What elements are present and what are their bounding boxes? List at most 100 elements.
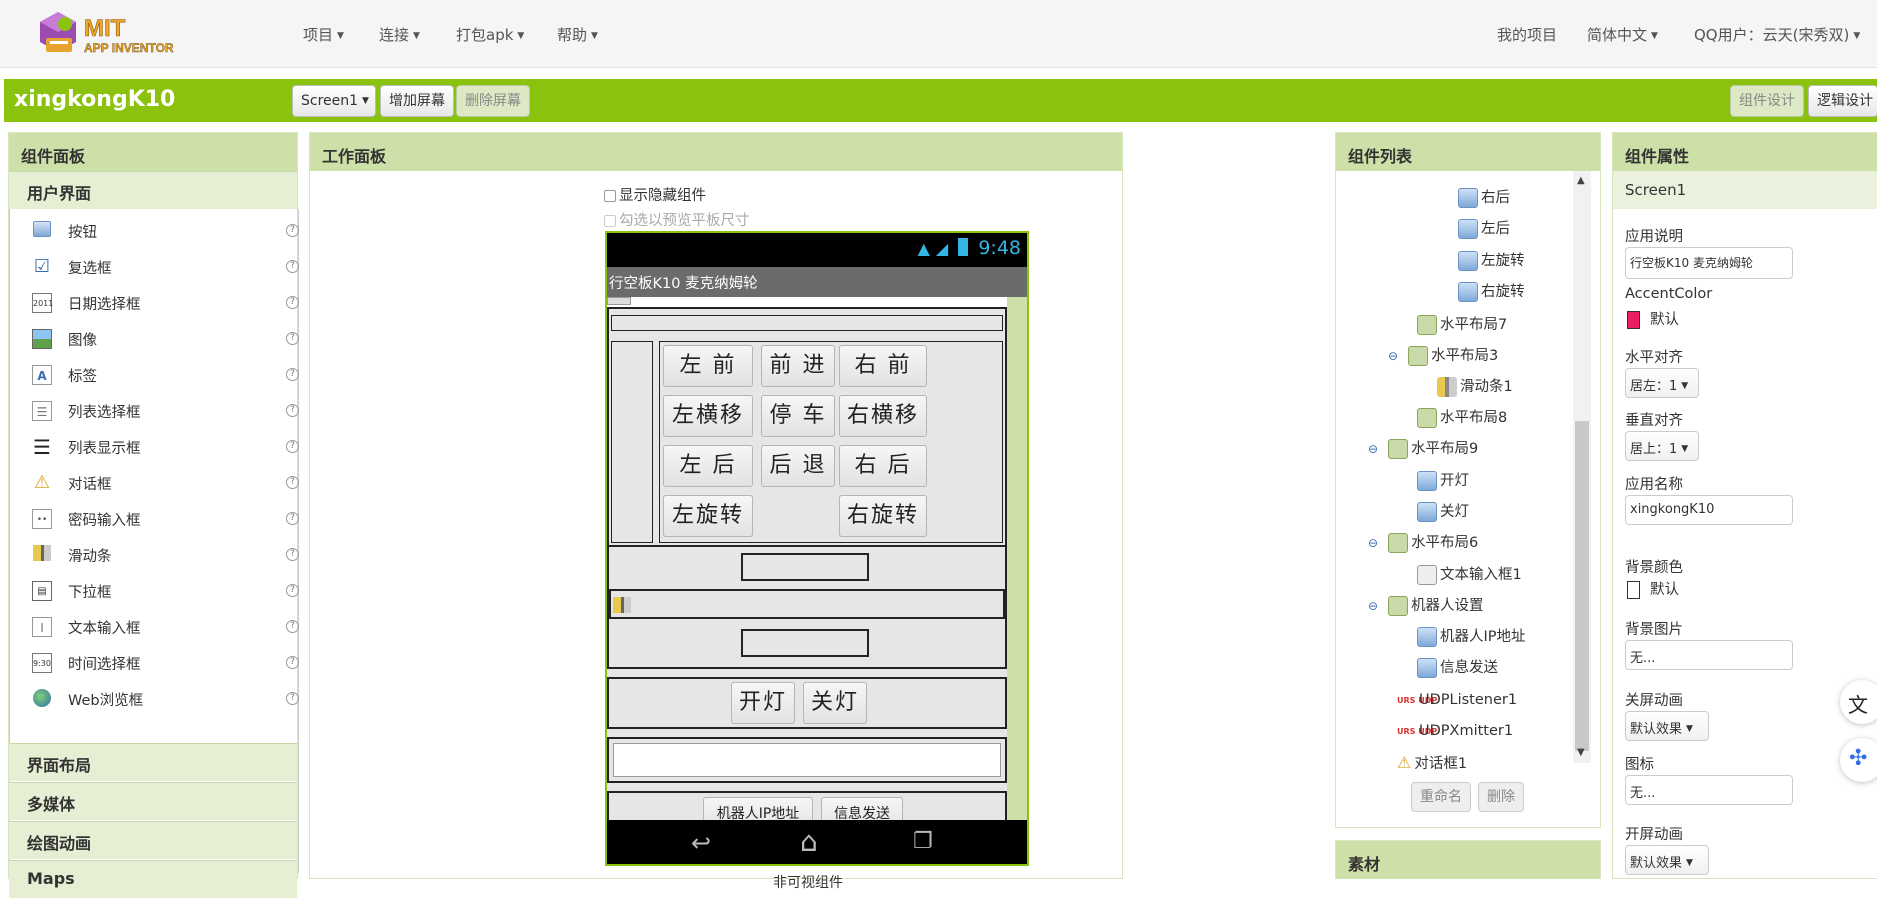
scroll-thumb[interactable] bbox=[1575, 421, 1589, 751]
translate-icon[interactable]: 文 bbox=[1840, 680, 1877, 724]
help-icon[interactable]: ? bbox=[286, 440, 299, 453]
btn-rotate-right[interactable]: 右旋转 bbox=[839, 495, 927, 537]
menu-connect[interactable]: 连接 ▼ bbox=[379, 24, 420, 45]
tree-node-rotate-left[interactable]: 左旋转 bbox=[1458, 249, 1525, 273]
palette-item-list-view[interactable]: ☰ 列表显示框? bbox=[22, 433, 299, 463]
rename-button[interactable]: 重命名 bbox=[1411, 782, 1471, 812]
palette-section-layout[interactable]: 界面布局 bbox=[9, 743, 297, 781]
open-anim-select[interactable]: 默认效果 ▼ bbox=[1625, 845, 1709, 875]
bgimage-input[interactable]: 无... bbox=[1625, 640, 1793, 670]
palette-section-drawing[interactable]: 绘图动画 bbox=[9, 821, 297, 859]
help-icon[interactable]: ? bbox=[286, 404, 299, 417]
slider-icon[interactable] bbox=[613, 597, 631, 613]
palette-item-date-picker[interactable]: 2011 日期选择框? bbox=[22, 289, 299, 319]
scroll-down-icon[interactable]: ▼ bbox=[1577, 747, 1585, 758]
palette-item-label[interactable]: A 标签? bbox=[22, 361, 299, 391]
collapse-icon[interactable]: ⊖ bbox=[1388, 349, 1398, 363]
about-input[interactable]: 行空板K10 麦克纳姆轮 bbox=[1625, 247, 1793, 279]
palette-item-web-viewer[interactable]: Web浏览框? bbox=[22, 685, 299, 715]
palette-item-image[interactable]: 图像? bbox=[22, 325, 299, 355]
valign-select[interactable]: 居上：1 ▼ bbox=[1625, 431, 1699, 461]
help-icon[interactable]: ? bbox=[286, 692, 299, 705]
collapse-icon[interactable]: ⊖ bbox=[1368, 442, 1378, 456]
tree-node-udp-listener[interactable]: URS UDPUDPListener1 bbox=[1397, 688, 1517, 712]
tree-node-harrangement6[interactable]: ⊖ 水平布局6 bbox=[1368, 531, 1478, 555]
recent-apps-icon[interactable]: ❐ bbox=[913, 829, 933, 854]
help-icon[interactable]: ? bbox=[286, 584, 299, 597]
light-on-button[interactable]: 开灯 bbox=[731, 682, 795, 724]
menu-project[interactable]: 项目 ▼ bbox=[303, 24, 344, 45]
palette-item-button[interactable]: 按钮? bbox=[22, 217, 299, 247]
tree-node-rotate-right[interactable]: 右旋转 bbox=[1458, 280, 1525, 304]
help-icon[interactable]: ? bbox=[286, 332, 299, 345]
tree-scrollbar[interactable]: ▲ ▼ bbox=[1573, 171, 1591, 763]
palette-item-time-picker[interactable]: 9:30 时间选择框? bbox=[22, 649, 299, 679]
palette-item-checkbox[interactable]: ☑ 复选框? bbox=[22, 253, 299, 283]
delete-button[interactable]: 删除 bbox=[1478, 782, 1524, 812]
tree-node-light-on[interactable]: 开灯 bbox=[1417, 469, 1469, 493]
tree-node-send-info[interactable]: 信息发送 bbox=[1417, 656, 1498, 680]
help-icon[interactable]: ? bbox=[286, 296, 299, 309]
screen-select[interactable]: Screen1 ▼ bbox=[292, 85, 376, 117]
palette-item-spinner[interactable]: ▤ 下拉框? bbox=[22, 577, 299, 607]
accent-color-picker[interactable]: 默认 bbox=[1627, 308, 1679, 329]
btn-left-back[interactable]: 左 后 bbox=[663, 445, 753, 487]
menu-build-apk[interactable]: 打包apk ▼ bbox=[456, 24, 524, 45]
network-icon[interactable]: ✣ bbox=[1840, 738, 1877, 782]
tree-node-harrangement3[interactable]: ⊖ 水平布局3 bbox=[1388, 344, 1498, 368]
tree-node-textbox1[interactable]: 文本输入框1 bbox=[1417, 563, 1522, 587]
light-off-button[interactable]: 关灯 bbox=[803, 682, 867, 724]
show-hidden-option[interactable]: 显示隐藏组件 bbox=[604, 184, 706, 205]
scroll-up-icon[interactable]: ▲ bbox=[1577, 175, 1585, 186]
btn-right-forward[interactable]: 右 前 bbox=[839, 345, 927, 387]
tree-node-robot-settings[interactable]: ⊖ 机器人设置 bbox=[1368, 594, 1484, 618]
tree-node-light-off[interactable]: 关灯 bbox=[1417, 500, 1469, 524]
btn-right-back[interactable]: 右 后 bbox=[839, 445, 927, 487]
btn-forward[interactable]: 前 进 bbox=[761, 345, 835, 387]
btn-rotate-left[interactable]: 左旋转 bbox=[663, 495, 753, 537]
btn-backward[interactable]: 后 退 bbox=[761, 445, 835, 487]
tree-node-robot-ip[interactable]: 机器人IP地址 bbox=[1417, 625, 1526, 649]
palette-item-password[interactable]: •• 密码输入框? bbox=[22, 505, 299, 535]
help-icon[interactable]: ? bbox=[286, 620, 299, 633]
btn-stop[interactable]: 停 车 bbox=[761, 395, 835, 437]
btn-right-shift[interactable]: 右横移 bbox=[839, 395, 927, 437]
show-hidden-checkbox[interactable] bbox=[604, 190, 616, 202]
tree-node-harrangement7[interactable]: 水平布局7 bbox=[1417, 313, 1507, 337]
tree-node-slider1[interactable]: 滑动条1 bbox=[1437, 375, 1513, 399]
close-anim-select[interactable]: 默认效果 ▼ bbox=[1625, 711, 1709, 741]
halign-select[interactable]: 居左：1 ▼ bbox=[1625, 368, 1699, 398]
tree-node-notifier1[interactable]: ⚠ 对话框1 bbox=[1397, 751, 1467, 775]
bgcolor-picker[interactable]: 默认 bbox=[1627, 578, 1679, 599]
collapse-icon[interactable]: ⊖ bbox=[1368, 536, 1378, 550]
palette-item-textbox[interactable]: I 文本输入框? bbox=[22, 613, 299, 643]
palette-item-list-picker[interactable]: ☰ 列表选择框? bbox=[22, 397, 299, 427]
collapse-icon[interactable]: ⊖ bbox=[1368, 599, 1378, 613]
my-projects-link[interactable]: 我的项目 bbox=[1497, 24, 1557, 45]
appname-input[interactable]: xingkongK10 bbox=[1625, 495, 1793, 525]
help-icon[interactable]: ? bbox=[286, 656, 299, 669]
palette-category-ui[interactable]: 用户界面 bbox=[9, 171, 297, 209]
help-icon[interactable]: ? bbox=[286, 548, 299, 561]
palette-section-maps[interactable]: Maps bbox=[9, 860, 297, 898]
remove-screen-button[interactable]: 删除屏幕 bbox=[456, 85, 530, 117]
user-menu[interactable]: QQ用户：云天(宋秀双) ▼ bbox=[1694, 24, 1860, 45]
home-icon[interactable]: ⌂ bbox=[800, 825, 818, 858]
menu-help[interactable]: 帮助 ▼ bbox=[557, 24, 598, 45]
palette-section-media[interactable]: 多媒体 bbox=[9, 782, 297, 820]
palette-item-slider[interactable]: 滑动条? bbox=[22, 541, 299, 571]
palette-item-notifier[interactable]: ⚠ 对话框? bbox=[22, 469, 299, 499]
tablet-preview-checkbox[interactable] bbox=[604, 215, 616, 227]
back-icon[interactable]: ↩ bbox=[691, 829, 711, 857]
robot-ip-button[interactable]: 机器人IP地址 bbox=[703, 797, 813, 820]
language-menu[interactable]: 简体中文 ▼ bbox=[1587, 24, 1658, 45]
help-icon[interactable]: ? bbox=[286, 224, 299, 237]
help-icon[interactable]: ? bbox=[286, 260, 299, 273]
add-screen-button[interactable]: 增加屏幕 bbox=[380, 85, 454, 117]
icon-input[interactable]: 无... bbox=[1625, 775, 1793, 805]
designer-button[interactable]: 组件设计 bbox=[1730, 85, 1804, 117]
tree-node-right-back[interactable]: 右后 bbox=[1458, 186, 1510, 210]
mit-app-inventor-logo[interactable]: MIT APP INVENTOR bbox=[38, 8, 198, 60]
btn-left-forward[interactable]: 左 前 bbox=[663, 345, 753, 387]
tree-node-udp-xmitter[interactable]: URS UDPUDPXmitter1 bbox=[1397, 719, 1513, 743]
